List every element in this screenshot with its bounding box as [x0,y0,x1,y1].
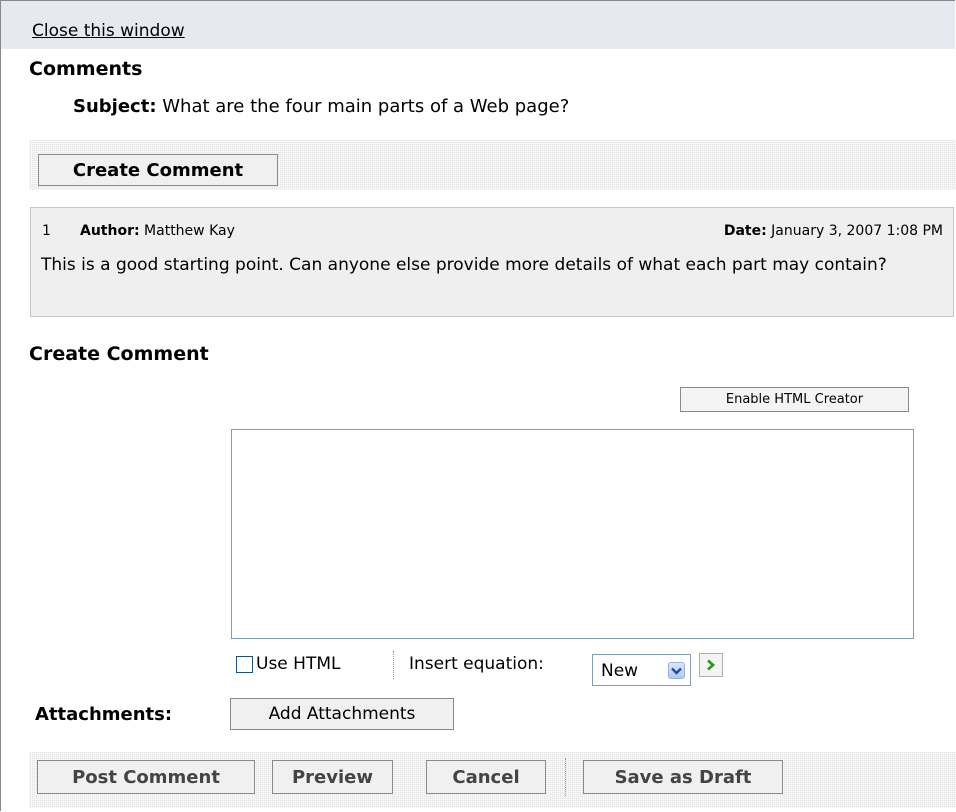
add-attachments-button[interactable]: Add Attachments [230,698,454,730]
preview-button[interactable]: Preview [272,760,393,794]
comment-item: 1 Author: Matthew Kay Date: January 3, 2… [30,207,954,317]
use-html-label: Use HTML [256,654,341,674]
chevron-right-icon [706,656,716,675]
date-label: Date: [723,223,767,239]
subject-line: Subject: What are the four main parts of… [73,96,569,117]
comment-number: 1 [42,223,51,239]
post-comment-button[interactable]: Post Comment [37,760,255,794]
header-bar: Close this window [1,1,955,49]
divider [393,651,394,679]
equation-select[interactable]: New [592,654,691,686]
insert-equation-go-button[interactable] [699,653,723,677]
use-html-checkbox[interactable] [236,656,253,673]
divider [565,758,566,796]
enable-html-creator-button[interactable]: Enable HTML Creator [680,387,909,412]
author-label: Author: [80,223,140,239]
comment-body: This is a good starting point. Can anyon… [41,255,887,275]
insert-equation-label: Insert equation: [409,654,544,674]
date-value: January 3, 2007 1:08 PM [771,223,943,239]
create-comment-button[interactable]: Create Comment [38,154,278,186]
page-title: Comments [29,58,143,80]
create-comment-heading: Create Comment [29,343,209,365]
equation-select-value: New [601,661,639,681]
attachments-label: Attachments: [35,704,173,725]
comment-date: Date: January 3, 2007 1:08 PM [724,223,943,239]
save-as-draft-button[interactable]: Save as Draft [583,760,783,794]
comment-textarea[interactable] [231,429,914,639]
subject-label: Subject: [73,96,157,117]
cancel-button[interactable]: Cancel [426,760,546,794]
comment-author: Author: Matthew Kay [80,223,235,239]
close-window-link[interactable]: Close this window [32,21,185,41]
subject-text: What are the four main parts of a Web pa… [162,96,570,117]
chevron-down-icon[interactable] [668,662,685,679]
author-name: Matthew Kay [144,223,235,239]
